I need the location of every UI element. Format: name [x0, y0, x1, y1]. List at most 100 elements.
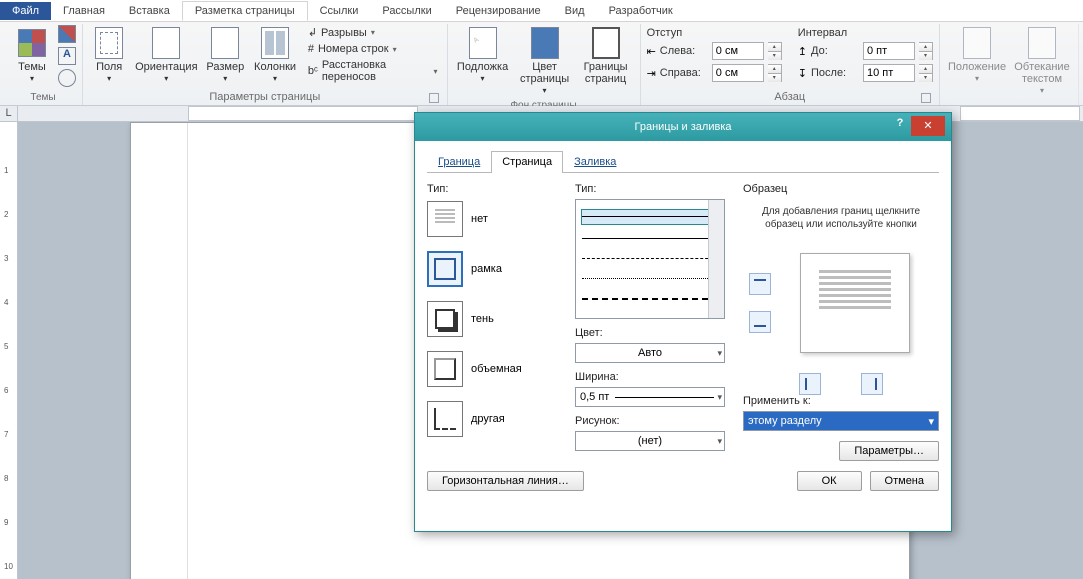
cancel-button[interactable]: Отмена [870, 471, 939, 491]
group-themes-label: Темы [10, 90, 76, 105]
setting-shadow[interactable]: тень [427, 301, 557, 337]
group-paragraph-label: Абзац [647, 89, 933, 105]
indent-right-input[interactable]: 0 см [712, 64, 764, 82]
dialog-tab-fill[interactable]: Заливка [563, 151, 627, 172]
size-button[interactable]: Размер▾ [203, 25, 247, 86]
space-before-icon: ↥ [798, 45, 807, 58]
margins-button[interactable]: Поля▾ [89, 25, 129, 86]
page-setup-launcher[interactable] [429, 93, 439, 103]
indent-left-icon: ⇤ [647, 45, 656, 58]
dialog-title: Границы и заливка [635, 121, 732, 133]
setting-box[interactable]: рамка [427, 251, 557, 287]
setting-box-icon [427, 251, 463, 287]
apply-to-label: Применить к: [743, 395, 939, 407]
breaks-icon: ↲ [308, 26, 317, 39]
theme-colors-icon[interactable] [58, 25, 76, 43]
edge-right-button[interactable] [861, 373, 883, 395]
hyphenation-button[interactable]: bᶜРасстановка переносов▾ [305, 58, 441, 84]
page-borders-icon [592, 27, 620, 59]
color-combobox[interactable]: Авто▾ [575, 343, 725, 363]
space-after-icon: ↧ [798, 67, 807, 80]
columns-button[interactable]: Колонки▾ [251, 25, 299, 86]
setting-3d-icon [427, 351, 463, 387]
themes-button[interactable]: Темы▾ [10, 25, 54, 86]
indent-left-input[interactable]: 0 см [712, 42, 764, 60]
setting-3d[interactable]: объемная [427, 351, 557, 387]
tab-view[interactable]: Вид [553, 2, 597, 20]
setting-shadow-icon [427, 301, 463, 337]
wrap-icon [1028, 27, 1056, 59]
size-icon [211, 27, 239, 59]
indent-right-icon: ⇥ [647, 67, 656, 80]
space-before-spinner[interactable]: ▴▾ [919, 42, 933, 60]
ribbon-tabs: Файл Главная Вставка Разметка страницы С… [0, 0, 1083, 22]
edge-bottom-button[interactable] [749, 311, 771, 333]
tab-developer[interactable]: Разработчик [597, 2, 685, 20]
position-icon [963, 27, 991, 59]
line-numbers-icon: # [308, 43, 314, 55]
preview-label: Образец [743, 183, 939, 195]
dialog-tab-page[interactable]: Страница [491, 151, 563, 173]
color-label: Цвет: [575, 327, 725, 339]
theme-effects-icon[interactable] [58, 69, 76, 87]
edge-left-button[interactable] [799, 373, 821, 395]
dialog-close-button[interactable]: ✕ [911, 116, 945, 136]
preview-hint: Для добавления границ щелкните образец и… [749, 205, 933, 231]
breaks-button[interactable]: ↲Разрывы▾ [305, 25, 441, 40]
setting-none[interactable]: нет [427, 201, 557, 237]
page-color-button[interactable]: Цвет страницы▾ [516, 25, 574, 98]
margins-icon [95, 27, 123, 59]
tab-home[interactable]: Главная [51, 2, 117, 20]
spacing-title: Интервал [798, 27, 933, 39]
style-scrollbar[interactable] [708, 200, 724, 318]
indent-title: Отступ [647, 27, 782, 39]
art-combobox[interactable]: (нет)▾ [575, 431, 725, 451]
edge-top-button[interactable] [749, 273, 771, 295]
watermark-icon: A [469, 27, 497, 59]
style-label: Тип: [575, 183, 725, 195]
dialog-tab-border[interactable]: Граница [427, 151, 491, 172]
vertical-ruler[interactable]: 12345678910 [0, 122, 18, 579]
preview-page[interactable] [800, 253, 910, 353]
page-color-icon [531, 27, 559, 59]
theme-fonts-icon[interactable]: A [58, 47, 76, 65]
width-combobox[interactable]: 0,5 пт▾ [575, 387, 725, 407]
setting-custom-icon [427, 401, 463, 437]
watermark-button[interactable]: A Подложка▾ [454, 25, 512, 86]
style-listbox[interactable] [575, 199, 725, 319]
tab-file[interactable]: Файл [0, 2, 51, 20]
tab-page-layout[interactable]: Разметка страницы [182, 1, 308, 21]
horizontal-line-button[interactable]: Горизонтальная линия… [427, 471, 584, 491]
space-before-input[interactable]: 0 пт [863, 42, 915, 60]
preview-box: Для добавления границ щелкните образец и… [743, 199, 939, 389]
tab-insert[interactable]: Вставка [117, 2, 182, 20]
options-button[interactable]: Параметры… [839, 441, 939, 461]
position-button: Положение▾ [946, 25, 1008, 86]
setting-none-icon [427, 201, 463, 237]
space-after-input[interactable]: 10 пт [863, 64, 915, 82]
borders-shading-dialog: Границы и заливка ? ✕ Граница Страница З… [414, 112, 952, 532]
art-label: Рисунок: [575, 415, 725, 427]
line-numbers-button[interactable]: #Номера строк▾ [305, 42, 441, 56]
setting-label: Тип: [427, 183, 557, 195]
paragraph-launcher[interactable] [921, 93, 931, 103]
tab-references[interactable]: Ссылки [308, 2, 371, 20]
tab-mailings[interactable]: Рассылки [370, 2, 443, 20]
apply-to-combobox[interactable]: этому разделу▾ [743, 411, 939, 431]
space-after-spinner[interactable]: ▴▾ [919, 64, 933, 82]
dialog-help-button[interactable]: ? [889, 117, 911, 137]
dialog-titlebar[interactable]: Границы и заливка ? ✕ [415, 113, 951, 141]
group-page-setup-label: Параметры страницы [89, 89, 441, 105]
columns-icon [261, 27, 289, 59]
indent-right-spinner[interactable]: ▴▾ [768, 64, 782, 82]
ok-button[interactable]: ОК [797, 471, 862, 491]
tab-review[interactable]: Рецензирование [444, 2, 553, 20]
themes-icon [18, 29, 46, 57]
indent-left-spinner[interactable]: ▴▾ [768, 42, 782, 60]
wrap-text-button: Обтекание текстом▾ [1012, 25, 1072, 98]
orientation-button[interactable]: Ориентация▾ [133, 25, 199, 86]
hyphenation-icon: bᶜ [308, 65, 318, 77]
orientation-icon [152, 27, 180, 59]
page-borders-button[interactable]: Границы страниц [578, 25, 634, 87]
setting-custom[interactable]: другая [427, 401, 557, 437]
